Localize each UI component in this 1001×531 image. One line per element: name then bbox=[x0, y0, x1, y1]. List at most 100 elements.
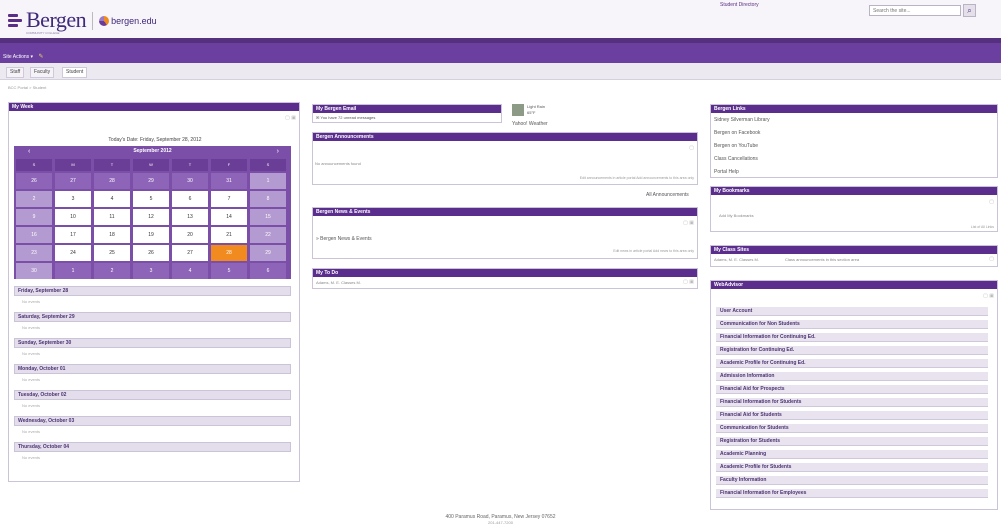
calendar-day-cell[interactable]: 9 bbox=[16, 209, 52, 225]
edit-icon[interactable]: ✎ bbox=[38, 54, 43, 60]
announcements-footer-links[interactable]: Edit announcements in article portal Add… bbox=[580, 176, 694, 180]
calendar-day-cell[interactable]: 23 bbox=[16, 245, 52, 261]
day-header[interactable]: Monday, October 01 bbox=[14, 364, 291, 374]
calendar-day-cell[interactable]: 7 bbox=[211, 191, 247, 207]
search-button[interactable]: ⌕ bbox=[963, 4, 976, 17]
calendar-day-cell[interactable]: 29 bbox=[133, 173, 169, 189]
link-youtube[interactable]: Bergen on YouTube bbox=[714, 143, 758, 149]
day-header[interactable]: Sunday, September 30 bbox=[14, 338, 291, 348]
tab-student[interactable]: Student bbox=[62, 67, 88, 78]
webadvisor-item[interactable]: Communication for Students bbox=[716, 423, 988, 433]
calendar-day-cell[interactable]: 30 bbox=[172, 173, 208, 189]
calendar-day-cell[interactable]: 16 bbox=[16, 227, 52, 243]
webadvisor-item[interactable]: Academic Profile for Continuing Ed. bbox=[716, 358, 988, 368]
portlet-controls-icon[interactable]: ▢ ▣ bbox=[285, 115, 296, 121]
next-month-button[interactable]: › bbox=[277, 146, 279, 157]
news-item[interactable]: » Bergen News & Events bbox=[316, 236, 372, 242]
tab-faculty[interactable]: Faculty bbox=[30, 67, 55, 78]
all-announcements-link[interactable]: All Announcements bbox=[646, 192, 689, 198]
news-footer-links[interactable]: Edit news in article portal Add news to … bbox=[613, 249, 694, 253]
webadvisor-item[interactable]: Registration for Continuing Ed. bbox=[716, 345, 988, 355]
calendar-day-cell[interactable]: 8 bbox=[250, 191, 286, 207]
calendar-day-cell[interactable]: 12 bbox=[133, 209, 169, 225]
calendar-day-cell[interactable]: 22 bbox=[250, 227, 286, 243]
webadvisor-item[interactable]: Communication for Non Students bbox=[716, 319, 988, 329]
webadvisor-item[interactable]: Financial Information for Employees bbox=[716, 488, 988, 498]
calendar-day-cell[interactable]: 17 bbox=[55, 227, 91, 243]
calendar-day-cell[interactable]: 19 bbox=[133, 227, 169, 243]
calendar-day-cell[interactable]: 30 bbox=[16, 263, 52, 279]
link-library[interactable]: Sidney Silverman Library bbox=[714, 117, 770, 123]
calendar-day-cell[interactable]: 4 bbox=[172, 263, 208, 279]
webadvisor-item[interactable]: Registration for Students bbox=[716, 436, 988, 446]
top-nav-link[interactable]: Student Directory bbox=[720, 2, 759, 8]
weather-source[interactable]: Yahoo! Weather bbox=[512, 121, 548, 127]
site-actions-menu[interactable]: Site Actions ▾ ✎ bbox=[3, 53, 43, 60]
calendar-day-cell[interactable]: 28 bbox=[94, 173, 130, 189]
link-class-cancellations[interactable]: Class Cancellations bbox=[714, 156, 758, 162]
calendar-day-cell[interactable]: 1 bbox=[250, 173, 286, 189]
webadvisor-item[interactable]: Admission Information bbox=[716, 371, 988, 381]
calendar-day-cell[interactable]: 18 bbox=[94, 227, 130, 243]
calendar-day-cell[interactable]: 24 bbox=[55, 245, 91, 261]
calendar-day-cell[interactable]: 3 bbox=[133, 263, 169, 279]
webadvisor-item[interactable]: Financial Information for Continuing Ed. bbox=[716, 332, 988, 342]
portlet-controls-icon[interactable]: ▢ bbox=[989, 199, 994, 205]
link-portal-help[interactable]: Portal Help bbox=[714, 169, 739, 175]
calendar-day-cell[interactable]: 2 bbox=[94, 263, 130, 279]
webadvisor-item[interactable]: User Account bbox=[716, 306, 988, 316]
portlet-controls-icon[interactable]: ▢ ▣ bbox=[683, 279, 694, 285]
site-link[interactable]: bergen.edu bbox=[111, 16, 157, 26]
calendar-day-cell[interactable]: 5 bbox=[211, 263, 247, 279]
bookmarks-more-link[interactable]: List of All Links bbox=[971, 225, 994, 229]
calendar-day-cell[interactable]: 31 bbox=[211, 173, 247, 189]
calendar-day-cell[interactable]: 13 bbox=[172, 209, 208, 225]
portlet-controls-icon[interactable]: ▢ bbox=[689, 145, 694, 151]
calendar-day-cell[interactable]: 11 bbox=[94, 209, 130, 225]
tab-staff[interactable]: Staff bbox=[6, 67, 25, 78]
calendar-day-cell[interactable]: 5 bbox=[133, 191, 169, 207]
webadvisor-item[interactable]: Financial Aid for Students bbox=[716, 410, 988, 420]
day-header[interactable]: Thursday, October 04 bbox=[14, 442, 291, 452]
calendar-day-cell[interactable]: 27 bbox=[172, 245, 208, 261]
calendar-day-cell[interactable]: 14 bbox=[211, 209, 247, 225]
calendar-day-cell[interactable]: 28 bbox=[211, 245, 247, 261]
link-facebook[interactable]: Bergen on Facebook bbox=[714, 130, 760, 136]
unread-messages-link[interactable]: ✉ You have 72 unread messages bbox=[316, 115, 375, 120]
bookmarks-empty[interactable]: Add My Bookmarks bbox=[719, 213, 754, 218]
day-header[interactable]: Friday, September 28 bbox=[14, 286, 291, 296]
footer-phone: 201-447-7200 bbox=[488, 520, 513, 525]
calendar-day-cell[interactable]: 10 bbox=[55, 209, 91, 225]
calendar-day-cell[interactable]: 1 bbox=[55, 263, 91, 279]
class-site-item[interactable]: Adams, M. E. Classes M. bbox=[714, 257, 759, 262]
calendar-day-cell[interactable]: 26 bbox=[16, 173, 52, 189]
search-input[interactable] bbox=[869, 5, 961, 16]
todo-item[interactable]: Adams, M. E. Classes M. bbox=[316, 280, 361, 285]
day-header[interactable]: Tuesday, October 02 bbox=[14, 390, 291, 400]
calendar-day-cell[interactable]: 25 bbox=[94, 245, 130, 261]
portlet-controls-icon[interactable]: ▢ ▣ bbox=[683, 220, 694, 226]
calendar-day-cell[interactable]: 6 bbox=[172, 191, 208, 207]
breadcrumb[interactable]: BCC Portal > Student bbox=[8, 85, 46, 90]
webadvisor-item[interactable]: Academic Planning bbox=[716, 449, 988, 459]
webadvisor-item[interactable]: Financial Aid for Prospects bbox=[716, 384, 988, 394]
bergen-logo[interactable]: Bergen COMMUNITY COLLEGE bergen.edu bbox=[8, 7, 157, 35]
portlet-controls-icon[interactable]: ▢ bbox=[989, 256, 994, 262]
calendar-day-cell[interactable]: 20 bbox=[172, 227, 208, 243]
webadvisor-item[interactable]: Financial Information for Students bbox=[716, 397, 988, 407]
webadvisor-item[interactable]: Academic Profile for Students bbox=[716, 462, 988, 472]
calendar-day-cell[interactable]: 4 bbox=[94, 191, 130, 207]
calendar-day-cell[interactable]: 27 bbox=[55, 173, 91, 189]
calendar-day-cell[interactable]: 2 bbox=[16, 191, 52, 207]
calendar-day-cell[interactable]: 21 bbox=[211, 227, 247, 243]
day-header[interactable]: Saturday, September 29 bbox=[14, 312, 291, 322]
calendar-day-cell[interactable]: 3 bbox=[55, 191, 91, 207]
day-header[interactable]: Wednesday, October 03 bbox=[14, 416, 291, 426]
webadvisor-item[interactable]: Faculty Information bbox=[716, 475, 988, 485]
calendar-day-cell[interactable]: 29 bbox=[250, 245, 286, 261]
calendar-day-cell[interactable]: 26 bbox=[133, 245, 169, 261]
calendar-day-cell[interactable]: 15 bbox=[250, 209, 286, 225]
calendar-day-cell[interactable]: 6 bbox=[250, 263, 286, 279]
prev-month-button[interactable]: ‹ bbox=[28, 146, 30, 157]
portlet-controls-icon[interactable]: ▢ ▣ bbox=[983, 293, 994, 299]
